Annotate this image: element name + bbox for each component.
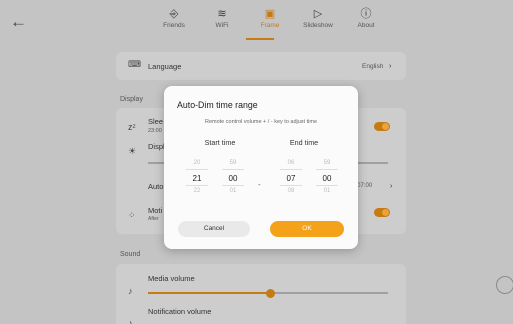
picker-value: 07 (280, 169, 302, 186)
picker-prev: 59 (323, 160, 331, 166)
time-range-separator: - (258, 180, 261, 189)
language-label: Language (148, 62, 182, 71)
tab-label: About (357, 22, 375, 29)
picker-value: 00 (316, 169, 338, 186)
media-volume-knob[interactable] (265, 288, 275, 298)
picker-prev: 06 (287, 160, 295, 166)
language-row[interactable]: ⌨ Language English › (116, 52, 406, 80)
top-tabs: ⎆ Friends ≋ WiFi ▣ Frame ▷ Slideshow ⓘ A… (150, 8, 390, 29)
picker-next: 22 (193, 188, 201, 194)
tab-label: Slideshow (303, 22, 333, 29)
picker-value: 00 (222, 169, 244, 186)
picker-next: 08 (287, 188, 295, 194)
frame-icon: ▣ (264, 8, 276, 20)
chevron-right-icon: › (390, 181, 393, 190)
picker-value: 21 (186, 169, 208, 186)
dialog-title: Auto-Dim time range (177, 100, 258, 110)
tab-label: Friends (163, 22, 185, 29)
dialog-hint: Remote control volume + / - key to adjus… (204, 119, 318, 125)
picker-next: 01 (229, 188, 237, 194)
motion-toggle[interactable] (374, 208, 390, 217)
start-minute-picker[interactable]: 59 00 01 (222, 158, 244, 197)
tab-about[interactable]: ⓘ About (342, 8, 390, 29)
slideshow-icon: ▷ (313, 8, 323, 20)
friends-icon: ⎆ (169, 8, 179, 20)
motion-icon: ⁘ (128, 210, 136, 220)
tab-label: WiFi (215, 22, 229, 29)
music-note-icon: ♪ (128, 286, 133, 296)
ok-button[interactable]: OK (270, 221, 344, 237)
end-minute-picker[interactable]: 59 00 01 (316, 158, 338, 197)
picker-prev: 59 (229, 160, 237, 166)
picker-prev: 20 (193, 160, 201, 166)
end-time-label: End time (289, 138, 319, 147)
sleep-label: Slee (148, 117, 164, 126)
bell-icon: ♪ (128, 318, 133, 324)
cancel-button[interactable]: Cancel (178, 221, 250, 237)
media-volume-label: Media volume (148, 274, 195, 283)
language-value: English (362, 63, 384, 70)
brightness-icon: ☀ (128, 146, 137, 156)
display-label: Displ (148, 142, 165, 151)
auto-dim-label[interactable]: Auto (148, 182, 163, 191)
info-icon: ⓘ (360, 8, 372, 20)
tab-wifi[interactable]: ≋ WiFi (198, 8, 246, 29)
motion-label: Moti (148, 206, 163, 215)
chevron-right-icon: › (389, 61, 392, 70)
notification-volume-label: Notification volume (148, 307, 212, 316)
wifi-icon: ≋ (217, 8, 227, 20)
media-volume-fill (148, 292, 271, 294)
display-section-title: Display (120, 96, 143, 103)
arrow-left-icon[interactable]: ← (10, 12, 27, 32)
sleep-time: 23:00 (148, 128, 162, 134)
tab-friends[interactable]: ⎆ Friends (150, 8, 198, 29)
end-hour-picker[interactable]: 06 07 08 (280, 158, 302, 197)
active-tab-indicator (246, 38, 274, 40)
motion-subtext: After (148, 216, 159, 222)
start-time-label: Start time (204, 138, 236, 147)
tab-slideshow[interactable]: ▷ Slideshow (294, 8, 342, 29)
picker-next: 01 (323, 188, 331, 194)
tab-label: Frame (260, 22, 280, 29)
tab-frame[interactable]: ▣ Frame (246, 8, 294, 29)
language-icon: ⌨ (128, 59, 141, 69)
sleep-icon: zᶻ (128, 122, 136, 132)
auto-dim-dialog: Auto-Dim time range Remote control volum… (164, 86, 358, 249)
sound-section-title: Sound (120, 251, 141, 258)
sleep-toggle[interactable] (374, 122, 390, 131)
assist-ball-icon[interactable] (496, 276, 513, 294)
sound-card: ♪ Media volume ♪ Notification volume (116, 264, 406, 324)
start-hour-picker[interactable]: 20 21 22 (186, 158, 208, 197)
